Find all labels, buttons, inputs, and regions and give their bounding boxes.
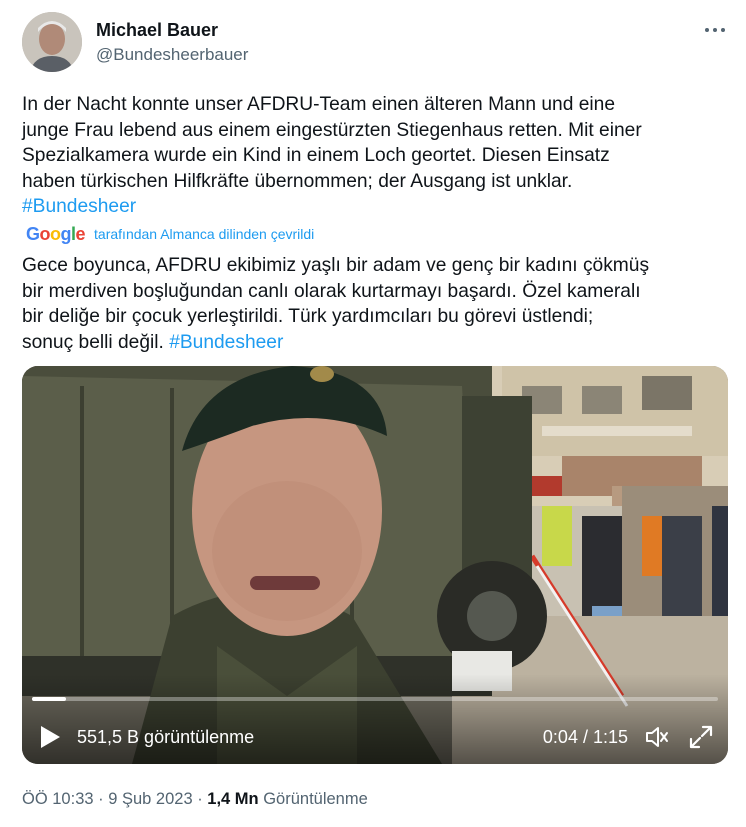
translation-credit-link[interactable]: tarafından Almanca dilinden çevrildi bbox=[94, 226, 314, 242]
translated-body: Gece boyunca, AFDRU ekibimiz yaşlı bir a… bbox=[22, 255, 650, 353]
author-name[interactable]: Michael Bauer bbox=[96, 19, 248, 41]
fullscreen-icon[interactable] bbox=[688, 724, 714, 750]
view-count-label: Görüntülenme bbox=[258, 790, 368, 808]
video-view-count: 551,5 B görüntülenme bbox=[77, 727, 255, 747]
volume-muted-icon[interactable] bbox=[644, 724, 670, 750]
video-time: 0:04 / 1:15 bbox=[542, 727, 628, 747]
translated-hashtag-link[interactable]: #Bundesheer bbox=[169, 332, 283, 353]
video-player[interactable]: 551,5 B görüntülenme 0:04 / 1:15 bbox=[22, 366, 728, 764]
view-count: 1,4 Mn bbox=[207, 790, 259, 808]
google-logo: Google bbox=[26, 224, 86, 244]
avatar[interactable] bbox=[22, 12, 82, 72]
translation-credit: Google tarafından Almanca dilinden çevri… bbox=[26, 223, 314, 245]
translated-text: Gece boyunca, AFDRU ekibimiz yaşlı bir a… bbox=[22, 253, 722, 355]
hashtag-link[interactable]: #Bundesheer bbox=[22, 196, 136, 217]
video-progress-fill bbox=[32, 697, 67, 701]
more-options-icon[interactable] bbox=[702, 20, 728, 40]
play-icon[interactable] bbox=[38, 724, 62, 750]
tweet-text: In der Nacht konnte unser AFDRU-Team ein… bbox=[22, 92, 722, 220]
author-handle[interactable]: @Bundesheerbauer bbox=[96, 44, 248, 66]
timestamp[interactable]: ÖÖ 10:33 · 9 Şub 2023 · bbox=[22, 790, 207, 808]
tweet-meta: ÖÖ 10:33 · 9 Şub 2023 · 1,4 Mn Görüntüle… bbox=[22, 788, 368, 810]
tweet-body: In der Nacht konnte unser AFDRU-Team ein… bbox=[22, 94, 642, 192]
video-progress-bar[interactable] bbox=[32, 697, 718, 701]
controls-overlay bbox=[22, 674, 728, 764]
tweet-header: Michael Bauer @Bundesheerbauer bbox=[22, 12, 728, 74]
